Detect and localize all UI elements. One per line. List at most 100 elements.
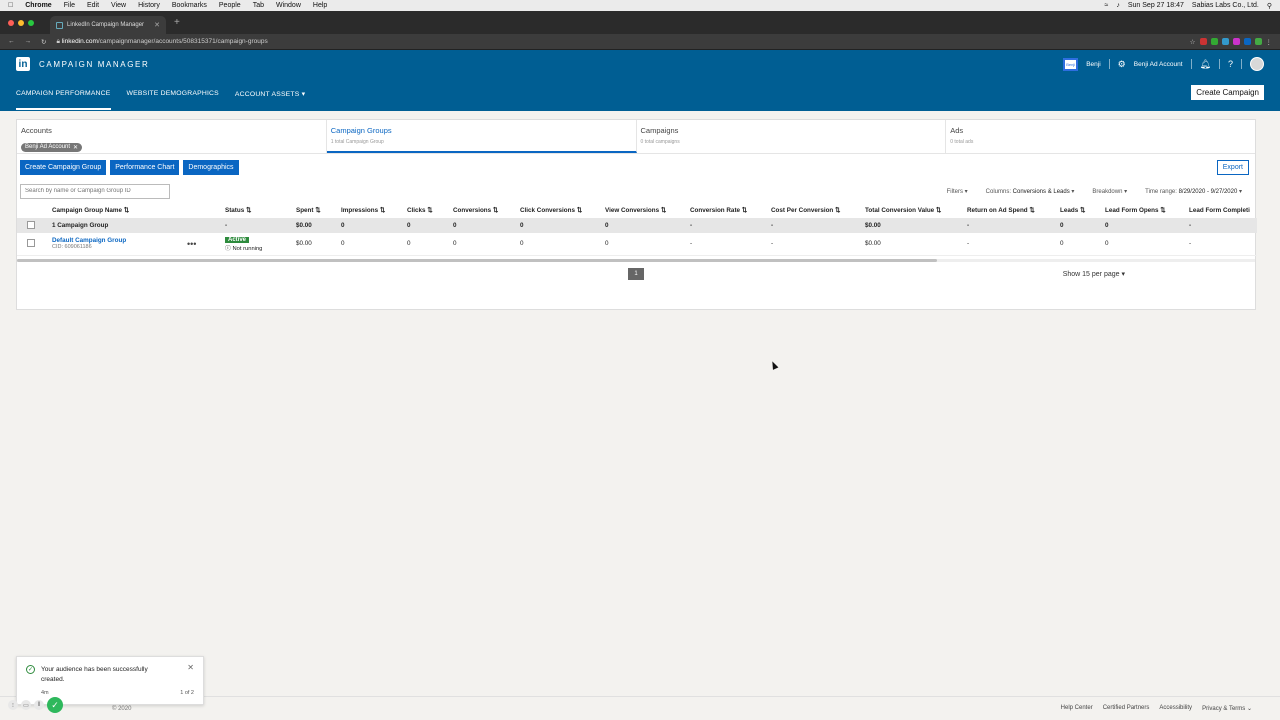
- camera-icon[interactable]: ▭: [21, 700, 31, 710]
- brand-title[interactable]: CAMPAIGN MANAGER: [39, 60, 149, 69]
- url-field[interactable]: 🔒︎ linkedin.com/campaignmanager/accounts…: [56, 38, 1179, 46]
- help-center-link[interactable]: Help Center: [1061, 705, 1093, 712]
- menu-chrome[interactable]: Chrome: [25, 2, 51, 9]
- menu-history[interactable]: History: [138, 2, 160, 9]
- extension-icon[interactable]: [1232, 38, 1240, 45]
- per-page-dropdown[interactable]: Show 15 per page ▾: [1063, 270, 1125, 278]
- menu-bookmarks[interactable]: Bookmarks: [172, 2, 207, 9]
- filters-dropdown[interactable]: Filters ▾: [947, 188, 968, 195]
- user-name[interactable]: Sabias Labs Co., Ltd.: [1192, 2, 1259, 9]
- drag-handle-icon[interactable]: ⁝: [8, 700, 18, 710]
- certified-partners-link[interactable]: Certified Partners: [1103, 705, 1150, 712]
- time-range-dropdown[interactable]: Time range: 8/29/2020 - 9/27/2020 ▾: [1145, 188, 1242, 195]
- extension-icon[interactable]: [1199, 38, 1207, 45]
- header-cell[interactable]: Status ⇅: [225, 202, 296, 218]
- header-cell[interactable]: Lead Form Opens ⇅: [1105, 202, 1189, 218]
- extension-icon[interactable]: [1254, 38, 1262, 45]
- export-button[interactable]: Export: [1216, 159, 1249, 175]
- extension-icon[interactable]: [1221, 38, 1229, 45]
- minimize-window-button[interactable]: [18, 19, 24, 26]
- header-cell[interactable]: Conversion Rate ⇅: [690, 202, 771, 218]
- menu-tab[interactable]: Tab: [253, 2, 264, 9]
- value-cell: -: [771, 240, 774, 248]
- breakdown-dropdown[interactable]: Breakdown ▾: [1092, 188, 1127, 195]
- menu-file[interactable]: File: [64, 2, 75, 9]
- menu-view[interactable]: View: [111, 2, 126, 9]
- nav-campaign-performance[interactable]: CAMPAIGN PERFORMANCE: [16, 90, 111, 110]
- create-campaign-button[interactable]: Create Campaign: [1191, 85, 1264, 100]
- performance-chart-button[interactable]: Performance Chart: [110, 159, 180, 175]
- bookmark-star-icon[interactable]: ☆: [1190, 38, 1196, 46]
- nav-website-demographics[interactable]: WEBSITE DEMOGRAPHICS: [127, 90, 219, 110]
- header-cell[interactable]: Click Conversions ⇅: [520, 202, 605, 218]
- crumb-campaigns[interactable]: Campaigns 0 total campaigns: [637, 120, 947, 153]
- toast-close-icon[interactable]: ✕: [187, 663, 194, 672]
- account-name[interactable]: Benji: [1086, 61, 1100, 68]
- privacy-terms-link[interactable]: Privacy & Terms ⌄: [1202, 705, 1252, 712]
- browser-tab[interactable]: LinkedIn Campaign Manager ✕: [50, 16, 166, 34]
- search-icon[interactable]: ⚲: [1267, 2, 1272, 10]
- more-menu-icon[interactable]: ⋮: [1266, 38, 1273, 46]
- create-campaign-group-button[interactable]: Create Campaign Group: [20, 159, 107, 175]
- header-cell[interactable]: Conversions ⇅: [453, 202, 520, 218]
- volume-icon[interactable]: ♪: [1116, 2, 1120, 9]
- header-cell[interactable]: Campaign Group Name ⇅: [52, 202, 225, 218]
- page-number-button[interactable]: 1: [628, 267, 644, 280]
- reload-icon[interactable]: ↻: [41, 38, 46, 46]
- more-actions-icon[interactable]: •••: [187, 239, 196, 249]
- menu-edit[interactable]: Edit: [87, 2, 99, 9]
- tab-close-icon[interactable]: ✕: [154, 21, 160, 29]
- account-badge-icon[interactable]: Benji: [1063, 57, 1079, 71]
- header-cell[interactable]: Lead Form Completi: [1189, 202, 1257, 218]
- extensions-area: ☆ ⋮: [1190, 38, 1272, 46]
- nav-account-assets-label: ACCOUNT ASSETS: [234, 91, 300, 98]
- apple-icon[interactable]: : [8, 2, 13, 9]
- chip-close-icon[interactable]: ✕: [73, 144, 78, 151]
- nav-account-assets[interactable]: ACCOUNT ASSETS ▾: [235, 90, 305, 110]
- menu-people[interactable]: People: [219, 2, 241, 9]
- extension-icon[interactable]: [1243, 38, 1251, 45]
- row-checkbox[interactable]: [27, 238, 35, 247]
- header-cell[interactable]: Cost Per Conversion ⇅: [771, 202, 865, 218]
- header-cell[interactable]: Spent ⇅: [296, 202, 341, 218]
- time-range-label: Time range:: [1145, 188, 1177, 195]
- header-cell[interactable]: View Conversions ⇅: [605, 202, 690, 218]
- demographics-button[interactable]: Demographics: [183, 159, 239, 175]
- avatar[interactable]: [1250, 57, 1264, 71]
- back-icon[interactable]: ←: [8, 38, 15, 45]
- finish-check-icon[interactable]: ✓: [47, 697, 63, 713]
- row-select-cell: [17, 233, 52, 255]
- header-cell[interactable]: Clicks ⇅: [407, 202, 453, 218]
- header-cell[interactable]: Total Conversion Value ⇅: [865, 202, 967, 218]
- help-icon[interactable]: ?: [1228, 59, 1233, 69]
- status-badge[interactable]: Active: [225, 236, 250, 243]
- wifi-icon[interactable]: ≈: [1105, 2, 1109, 9]
- forward-icon[interactable]: →: [25, 38, 32, 45]
- main-nav: CAMPAIGN PERFORMANCE WEBSITE DEMOGRAPHIC…: [16, 90, 305, 110]
- extension-icon[interactable]: [1210, 38, 1218, 45]
- crumb-accounts[interactable]: Accounts Benji Ad Account ✕: [17, 120, 327, 153]
- columns-dropdown[interactable]: Columns: Conversions & Leads ▾: [986, 188, 1075, 195]
- header-cell[interactable]: Leads ⇅: [1060, 202, 1105, 218]
- linkedin-logo-icon[interactable]: in: [16, 57, 30, 71]
- account-filter-chip[interactable]: Benji Ad Account ✕: [21, 142, 83, 152]
- menu-window[interactable]: Window: [276, 2, 301, 9]
- header-cell[interactable]: Impressions ⇅: [341, 202, 407, 218]
- crumb-campaign-groups[interactable]: Campaign Groups 1 total Campaign Group: [326, 120, 637, 153]
- new-tab-icon[interactable]: +: [174, 17, 180, 28]
- header-cell[interactable]: Return on Ad Spend ⇅: [967, 202, 1060, 218]
- ad-account-link[interactable]: Benji Ad Account: [1134, 61, 1183, 68]
- clock-text[interactable]: Sun Sep 27 18:47: [1128, 2, 1184, 9]
- accessibility-link[interactable]: Accessibility: [1159, 705, 1192, 712]
- gear-icon[interactable]: ⚙: [1118, 59, 1126, 70]
- crumb-ads[interactable]: Ads 0 total ads: [946, 120, 1255, 153]
- close-window-button[interactable]: [8, 19, 14, 26]
- header-label: Lead Form Opens: [1105, 206, 1159, 214]
- bell-icon[interactable]: 🔔︎: [1200, 59, 1211, 70]
- select-all-checkbox[interactable]: [27, 220, 35, 229]
- campaign-group-name-link[interactable]: Default Campaign Group: [52, 237, 225, 244]
- menu-help[interactable]: Help: [313, 2, 327, 9]
- pause-icon[interactable]: ‖: [34, 700, 44, 710]
- zoom-window-button[interactable]: [28, 19, 34, 26]
- search-input[interactable]: [20, 183, 170, 199]
